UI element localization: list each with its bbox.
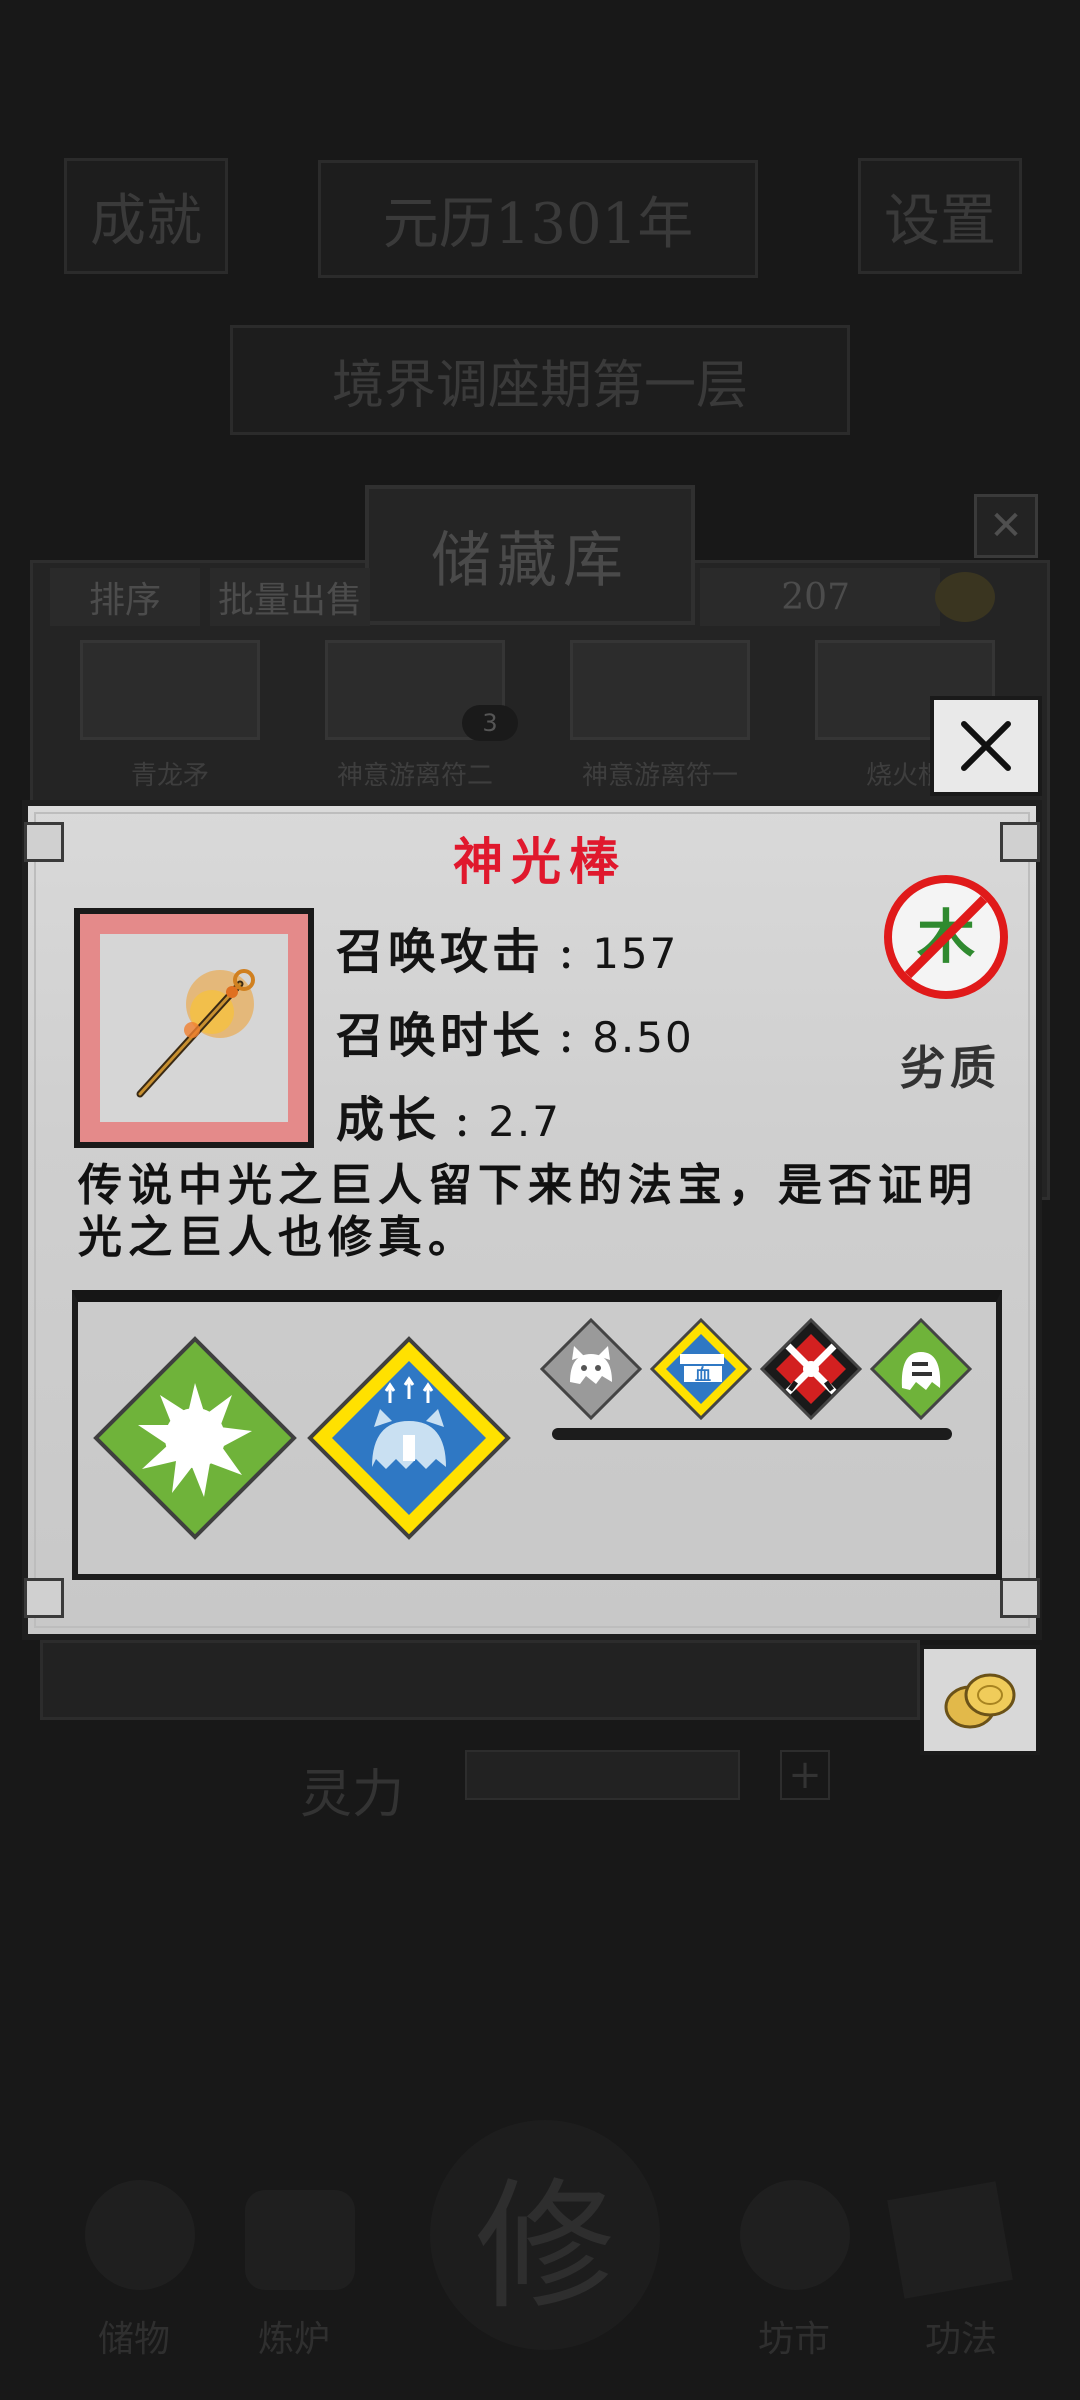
nav-label: 炼炉 <box>258 2319 331 2360</box>
crossed-swords-icon[interactable] <box>759 1317 863 1424</box>
storage-title-text: 储藏库 <box>431 525 629 596</box>
realm-banner: 境界调座期第一层 <box>230 325 850 435</box>
ghost-attack-up-skill-icon[interactable] <box>306 1335 512 1545</box>
stat-label: 召唤时长 <box>336 1008 545 1064</box>
staff-icon <box>136 969 255 1098</box>
market-nav-icon <box>740 2180 850 2290</box>
item-icon-frame <box>74 908 314 1148</box>
skill-divider <box>552 1428 952 1440</box>
nav-label: 储物 <box>98 2319 171 2360</box>
furnace-nav-icon <box>245 2190 355 2290</box>
summon-duration-stat: 召唤时长:8.50 <box>336 1008 694 1064</box>
stack-count-badge: 3 <box>462 705 518 741</box>
batch-sell-tab: 批量出售 <box>210 568 370 626</box>
svg-text:血: 血 <box>695 1365 711 1384</box>
storage-title: 储藏库 <box>365 485 695 625</box>
storage-nav-icon <box>85 2180 195 2290</box>
realm-label: 境界调座期第一层 <box>331 355 748 416</box>
storage-close-icon: ✕ <box>974 494 1038 558</box>
burst-skill-icon[interactable] <box>92 1335 298 1545</box>
power-bar <box>465 1750 740 1800</box>
stat-value: 157 <box>592 929 679 978</box>
sort-tab: 排序 <box>50 568 200 626</box>
sell-coin-button[interactable] <box>920 1645 1040 1755</box>
nav-label: 坊市 <box>758 2319 831 2360</box>
stack-count: 3 <box>482 709 498 737</box>
stat-value: 2.7 <box>488 1097 561 1146</box>
close-icon <box>961 721 1011 771</box>
coin-icon <box>935 572 995 622</box>
storage-slot <box>570 640 750 740</box>
year-label: 元历1301年 <box>382 191 694 257</box>
item-description: 传说中光之巨人留下来的法宝，是否证明光之巨人也修真。 <box>78 1160 978 1263</box>
settings-label: 设置 <box>884 188 996 254</box>
storage-count-value: 207 <box>781 576 850 618</box>
stat-label: 召唤攻击 <box>336 924 545 980</box>
storage-count: 207 <box>700 568 940 626</box>
nav-label: 功法 <box>925 2319 998 2360</box>
cultivate-label: 修 <box>474 2166 615 2329</box>
technique-nav-icon <box>887 2181 1013 2299</box>
green-ghost-icon[interactable] <box>869 1317 973 1424</box>
power-label: 灵力 <box>300 1765 405 1825</box>
summon-attack-stat: 召唤攻击:157 <box>336 924 679 980</box>
quality-label: 劣质 <box>900 1041 1000 1095</box>
slot-label: 神意游离符一 <box>581 761 738 791</box>
sort-label: 排序 <box>88 580 161 621</box>
corner-ornament <box>1000 1578 1040 1618</box>
storage-slot <box>80 640 260 740</box>
growth-stat: 成长:2.7 <box>336 1092 561 1148</box>
batch-sell-label: 批量出售 <box>217 580 362 621</box>
corner-ornament <box>24 1578 64 1618</box>
plus-icon: + <box>780 1750 830 1800</box>
settings-button: 设置 <box>858 158 1022 274</box>
close-button[interactable] <box>930 696 1042 796</box>
background-row <box>40 1640 920 1720</box>
year-banner: 元历1301年 <box>318 160 758 278</box>
blood-hat-icon[interactable]: 血 <box>649 1317 753 1424</box>
achievement-label: 成就 <box>90 188 202 254</box>
slot-label: 青龙矛 <box>130 761 209 791</box>
bottom-nav: 储物 炼炉 修 坊市 功法 <box>0 2120 1080 2400</box>
gold-coins-icon <box>944 1673 1016 1729</box>
wood-element-badge: 木 <box>884 875 1008 999</box>
ghost-cat-icon[interactable] <box>539 1317 643 1424</box>
achievement-button: 成就 <box>64 158 228 274</box>
cultivate-nav-button: 修 <box>430 2120 660 2350</box>
stat-label: 成长 <box>336 1092 441 1148</box>
slot-label: 神意游离符二 <box>336 761 493 791</box>
stat-value: 8.50 <box>592 1013 694 1062</box>
